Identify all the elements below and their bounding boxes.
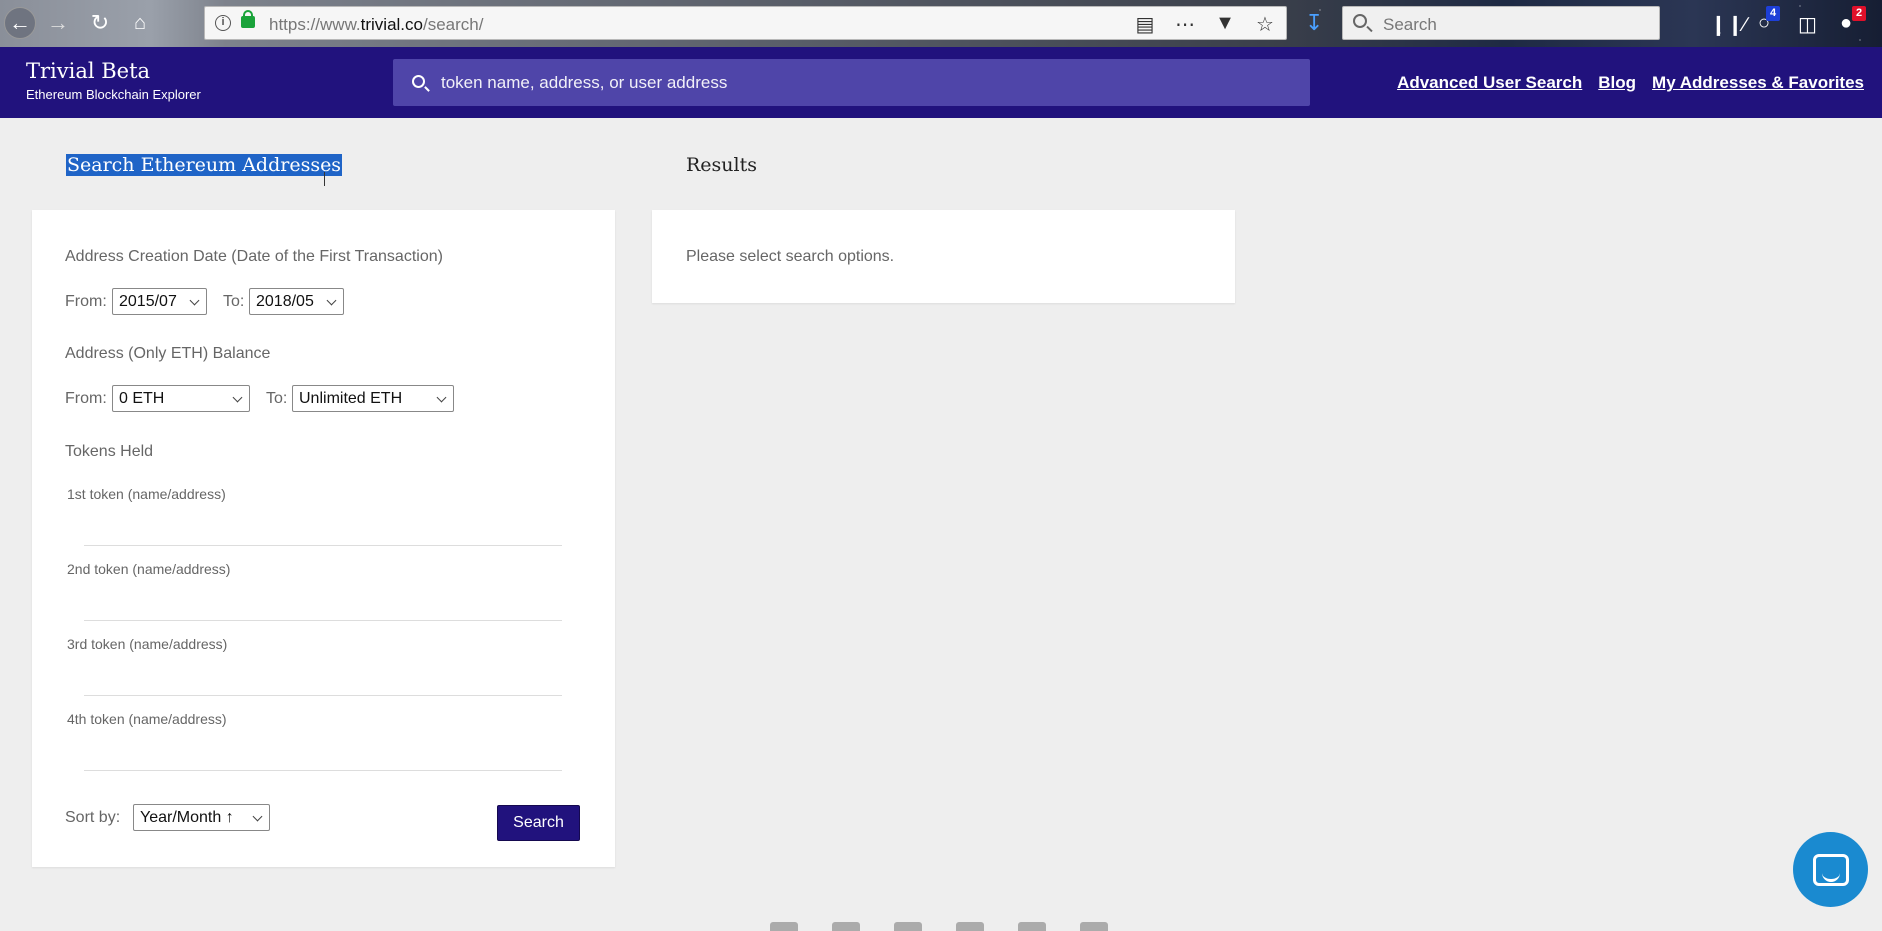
sidebar-icon[interactable]: ◫: [1798, 12, 1817, 37]
balance-label: Address (Only ETH) Balance: [65, 345, 271, 362]
token-1-label: 1st token (name/address): [67, 486, 226, 502]
balance-to-label: To:: [266, 390, 288, 407]
info-icon[interactable]: i: [215, 15, 231, 31]
site-search[interactable]: [393, 59, 1310, 106]
home-button[interactable]: ⌂: [126, 9, 154, 37]
chat-icon: [1812, 853, 1849, 886]
advanced-user-search-link[interactable]: Advanced User Search: [1397, 73, 1582, 93]
site-header: Trivial Beta Ethereum Blockchain Explore…: [0, 47, 1882, 118]
bookmark-star-icon[interactable]: ☆: [1254, 12, 1276, 37]
browser-search-box[interactable]: Search: [1342, 6, 1660, 40]
search-icon: [1353, 14, 1367, 28]
creation-to-select[interactable]: 2018/05: [249, 288, 344, 315]
forward-button[interactable]: →: [44, 9, 72, 37]
browser-search-placeholder: Search: [1383, 15, 1437, 34]
back-button[interactable]: ←: [4, 7, 36, 39]
token-1-input[interactable]: [84, 514, 562, 542]
address-bar[interactable]: i https://www.trivial.co/search/ ▤ ⋯ ▼ ☆: [204, 6, 1287, 40]
facebook-icon[interactable]: [894, 922, 922, 931]
more-actions-icon[interactable]: ⋯: [1174, 12, 1196, 37]
text-cursor: [324, 172, 326, 186]
url-text: https://www.trivial.co/search/: [269, 15, 484, 34]
site-search-input[interactable]: [441, 59, 1301, 106]
footer-social-icons: [770, 922, 1108, 931]
search-icon: [412, 75, 425, 88]
search-button[interactable]: Search: [497, 805, 580, 841]
token-2-label: 2nd token (name/address): [67, 561, 231, 577]
chat-launcher-button[interactable]: [1793, 832, 1868, 907]
lock-icon: [241, 10, 255, 28]
token-4-label: 4th token (name/address): [67, 711, 227, 727]
reader-view-icon[interactable]: ▤: [1134, 12, 1156, 37]
blog-link[interactable]: Blog: [1598, 73, 1636, 93]
youtube-icon[interactable]: [1080, 922, 1108, 931]
creation-to-label: To:: [223, 293, 245, 310]
balance-from-select[interactable]: 0 ETH: [112, 385, 250, 412]
notification-badge: 2: [1852, 6, 1867, 21]
token-3-label: 3rd token (name/address): [67, 636, 228, 652]
notification-icon[interactable]: ●: [1840, 12, 1852, 35]
results-message: Please select search options.: [686, 248, 895, 265]
tokens-held-label: Tokens Held: [65, 443, 154, 460]
header-nav: Advanced User Search Blog My Addresses &…: [1397, 73, 1864, 93]
sort-by-select[interactable]: Year/Month ↑: [133, 804, 270, 831]
page-title: Search Ethereum Addresses: [66, 154, 343, 176]
results-card: Please select search options.: [652, 210, 1235, 303]
my-addresses-favorites-link[interactable]: My Addresses & Favorites: [1652, 73, 1864, 93]
sort-by-label: Sort by:: [65, 809, 121, 826]
search-form-card: Address Creation Date (Date of the First…: [32, 210, 615, 867]
site-title[interactable]: Trivial Beta: [26, 59, 150, 83]
creation-from-label: From:: [65, 293, 107, 310]
creation-date-label: Address Creation Date (Date of the First…: [65, 248, 443, 265]
library-icon[interactable]: ❙❙∕: [1710, 12, 1747, 37]
token-2-input[interactable]: [84, 589, 562, 617]
twitter-icon[interactable]: [832, 922, 860, 931]
pocket-icon[interactable]: ▼: [1214, 12, 1236, 37]
reload-button[interactable]: ↻: [86, 9, 114, 37]
balance-to-select[interactable]: Unlimited ETH: [292, 385, 454, 412]
token-4-input[interactable]: [84, 739, 562, 767]
creation-from-select[interactable]: 2015/07: [112, 288, 207, 315]
reddit-icon[interactable]: [1018, 922, 1046, 931]
balance-from-label: From:: [65, 390, 107, 407]
linkedin-icon[interactable]: [956, 922, 984, 931]
download-icon[interactable]: ↧: [1305, 10, 1323, 36]
browser-toolbar: ← → ↻ ⌂ i https://www.trivial.co/search/…: [0, 0, 1882, 47]
token-3-input[interactable]: [84, 664, 562, 692]
email-icon[interactable]: [770, 922, 798, 931]
results-title: Results: [686, 154, 757, 176]
site-subtitle: Ethereum Blockchain Explorer: [26, 87, 201, 102]
extension-badge: 4: [1766, 6, 1781, 21]
